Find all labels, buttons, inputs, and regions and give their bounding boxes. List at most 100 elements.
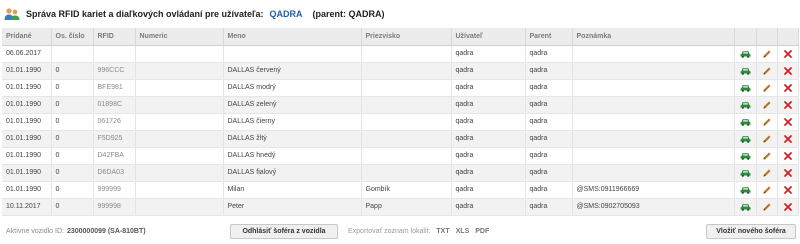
cell-numeric: [135, 113, 224, 131]
pencil-icon[interactable]: [762, 66, 772, 76]
car-icon[interactable]: [740, 101, 751, 109]
cell-rfid: D42FBA: [93, 147, 136, 165]
user-name[interactable]: QADRA: [270, 9, 303, 19]
cell-os-number: 0: [51, 164, 94, 182]
table-row[interactable]: 01.01.1990 0 D6DA03 DALLAS fialový qadra qadr…: [2, 164, 799, 182]
pencil-icon[interactable]: [762, 83, 772, 93]
action-cell: [734, 130, 757, 148]
cell-note: [572, 130, 735, 148]
delete-x-icon[interactable]: [783, 66, 793, 76]
cell-rfid: 061726: [93, 113, 136, 131]
cell-user: qadra: [451, 164, 526, 182]
cell-parent: qadra: [525, 147, 573, 165]
pencil-icon[interactable]: [762, 168, 772, 178]
cell-added: 01.01.1990: [2, 113, 52, 131]
unassign-driver-button[interactable]: Odhlásiť šoféra z vozidla: [230, 224, 338, 239]
delete-x-icon[interactable]: [783, 151, 793, 161]
column-header[interactable]: Numeric: [135, 28, 224, 46]
action-cell: [756, 181, 778, 199]
cell-parent: qadra: [525, 130, 573, 148]
column-header[interactable]: Os. číslo: [51, 28, 94, 46]
car-icon[interactable]: [740, 67, 751, 75]
table-row[interactable]: 01.01.1990 0 F5D925 DALLAS žltý qadra qadra: [2, 130, 799, 148]
cell-user: qadra: [451, 79, 526, 97]
car-icon[interactable]: [740, 84, 751, 92]
car-icon[interactable]: [740, 186, 751, 194]
pencil-icon[interactable]: [762, 185, 772, 195]
car-icon[interactable]: [740, 203, 751, 211]
delete-x-icon[interactable]: [783, 117, 793, 127]
action-cell: [734, 147, 757, 165]
table-row[interactable]: 01.01.1990 0 061726 DALLAS čierny qadra qadra: [2, 113, 799, 131]
delete-x-icon[interactable]: [783, 49, 793, 59]
cell-surname: [361, 45, 452, 63]
table-row[interactable]: 01.01.1990 0 BFE981 DALLAS modrý qadra qadra: [2, 79, 799, 97]
pencil-icon[interactable]: [762, 100, 772, 110]
cell-note: [572, 113, 735, 131]
column-header[interactable]: Parent: [525, 28, 573, 46]
cell-name: Milan: [223, 181, 362, 199]
cell-surname: [361, 164, 452, 182]
action-cell: [756, 113, 778, 131]
export-pdf-link[interactable]: PDF: [475, 228, 489, 235]
action-cell: [756, 79, 778, 97]
cell-surname: [361, 130, 452, 148]
cell-user: qadra: [451, 113, 526, 131]
pencil-icon[interactable]: [762, 202, 772, 212]
cell-parent: qadra: [525, 198, 573, 216]
cell-user: qadra: [451, 147, 526, 165]
column-header[interactable]: Poznámka: [572, 28, 735, 46]
delete-x-icon[interactable]: [783, 83, 793, 93]
cell-rfid: BFE981: [93, 79, 136, 97]
export-txt-link[interactable]: TXT: [436, 228, 449, 235]
cell-surname: [361, 79, 452, 97]
table-row[interactable]: 01.01.1990 0 D42FBA DALLAS hnedý qadra qadra: [2, 147, 799, 165]
cell-rfid: 996CCC: [93, 62, 136, 80]
cell-parent: qadra: [525, 45, 573, 63]
active-vehicle-label: Aktívne vozidlo ID:: [6, 228, 64, 235]
delete-x-icon[interactable]: [783, 168, 793, 178]
table-row[interactable]: 06.06.2017 qadra qadra: [2, 45, 799, 63]
cell-name: [223, 45, 362, 63]
cell-numeric: [135, 62, 224, 80]
cell-os-number: 0: [51, 147, 94, 165]
delete-x-icon[interactable]: [783, 202, 793, 212]
pencil-icon[interactable]: [762, 151, 772, 161]
delete-x-icon[interactable]: [783, 185, 793, 195]
export-xls-link[interactable]: XLS: [456, 228, 470, 235]
action-cell: [777, 181, 799, 199]
car-icon[interactable]: [740, 135, 751, 143]
car-icon[interactable]: [740, 169, 751, 177]
column-header[interactable]: Pridané: [2, 28, 52, 46]
table-row[interactable]: 10.11.2017 0 999998 Peter Papp qadra qadra @SMS…: [2, 198, 799, 216]
car-icon[interactable]: [740, 50, 751, 58]
column-header[interactable]: Meno: [223, 28, 362, 46]
action-cell: [734, 181, 757, 199]
action-cell: [777, 62, 799, 80]
pencil-icon[interactable]: [762, 117, 772, 127]
cell-surname: Papp: [361, 198, 452, 216]
pencil-icon[interactable]: [762, 134, 772, 144]
action-cell: [756, 147, 778, 165]
cell-user: qadra: [451, 45, 526, 63]
column-header[interactable]: Užívateľ: [451, 28, 526, 46]
column-header[interactable]: Priezvisko: [361, 28, 452, 46]
delete-x-icon[interactable]: [783, 134, 793, 144]
add-driver-button[interactable]: Vložiť nového šoféra: [706, 224, 796, 239]
column-header[interactable]: RFID: [93, 28, 136, 46]
car-icon[interactable]: [740, 118, 751, 126]
car-icon[interactable]: [740, 152, 751, 160]
action-cell: [734, 96, 757, 114]
delete-x-icon[interactable]: [783, 100, 793, 110]
cell-os-number: 0: [51, 96, 94, 114]
table-row[interactable]: 01.01.1990 0 999999 Milan Gombík qadra qadra @S…: [2, 181, 799, 199]
cell-user: qadra: [451, 130, 526, 148]
table-row[interactable]: 01.01.1990 0 996CCC DALLAS červený qadra qadr…: [2, 62, 799, 80]
table-row[interactable]: 01.01.1990 0 01898C DALLAS zelený qadra qadra: [2, 96, 799, 114]
cell-added: 01.01.1990: [2, 96, 52, 114]
action-cell: [756, 96, 778, 114]
cell-parent: qadra: [525, 164, 573, 182]
pencil-icon[interactable]: [762, 49, 772, 59]
cell-numeric: [135, 96, 224, 114]
column-header-empty: [734, 28, 757, 46]
